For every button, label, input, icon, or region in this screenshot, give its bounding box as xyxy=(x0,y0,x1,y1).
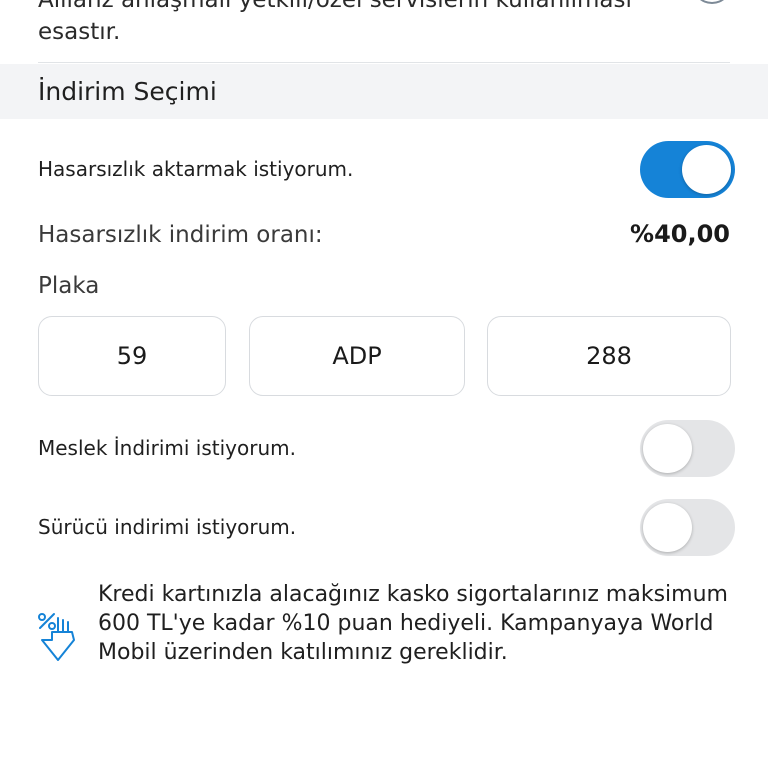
section-title: İndirim Seçimi xyxy=(38,77,217,106)
driver-discount-toggle[interactable] xyxy=(640,499,735,556)
service-notice: Allianz anlaşmalı yetkili/özel servisler… xyxy=(38,0,632,45)
toggle-knob xyxy=(643,503,692,552)
percent-hand-icon xyxy=(38,613,75,661)
campaign-text: Kredi kartınızla alacağınız kasko sigort… xyxy=(98,582,728,665)
plate-city-code-input[interactable] xyxy=(38,316,226,396)
driver-discount-label: Sürücü indirimi istiyorum. xyxy=(38,515,297,539)
no-claims-rate-label: Hasarsızlık indirim oranı: xyxy=(38,222,323,248)
plate-label: Plaka xyxy=(38,273,100,299)
plate-number-input[interactable] xyxy=(487,316,731,396)
toggle-knob xyxy=(682,145,731,194)
info-icon[interactable] xyxy=(692,0,732,4)
no-claims-transfer-label: Hasarsızlık aktarmak istiyorum. xyxy=(38,157,354,181)
toggle-knob xyxy=(643,424,692,473)
no-claims-rate-value: %40,00 xyxy=(630,220,730,248)
campaign-banner: Kredi kartınızla alacağınız kasko sigort… xyxy=(30,580,730,700)
plate-letters-input[interactable] xyxy=(249,316,465,396)
profession-discount-toggle[interactable] xyxy=(640,420,735,477)
divider xyxy=(38,62,730,63)
discount-section-header: İndirim Seçimi xyxy=(0,64,768,119)
no-claims-transfer-toggle[interactable] xyxy=(640,141,735,198)
profession-discount-label: Meslek İndirimi istiyorum. xyxy=(38,436,296,460)
